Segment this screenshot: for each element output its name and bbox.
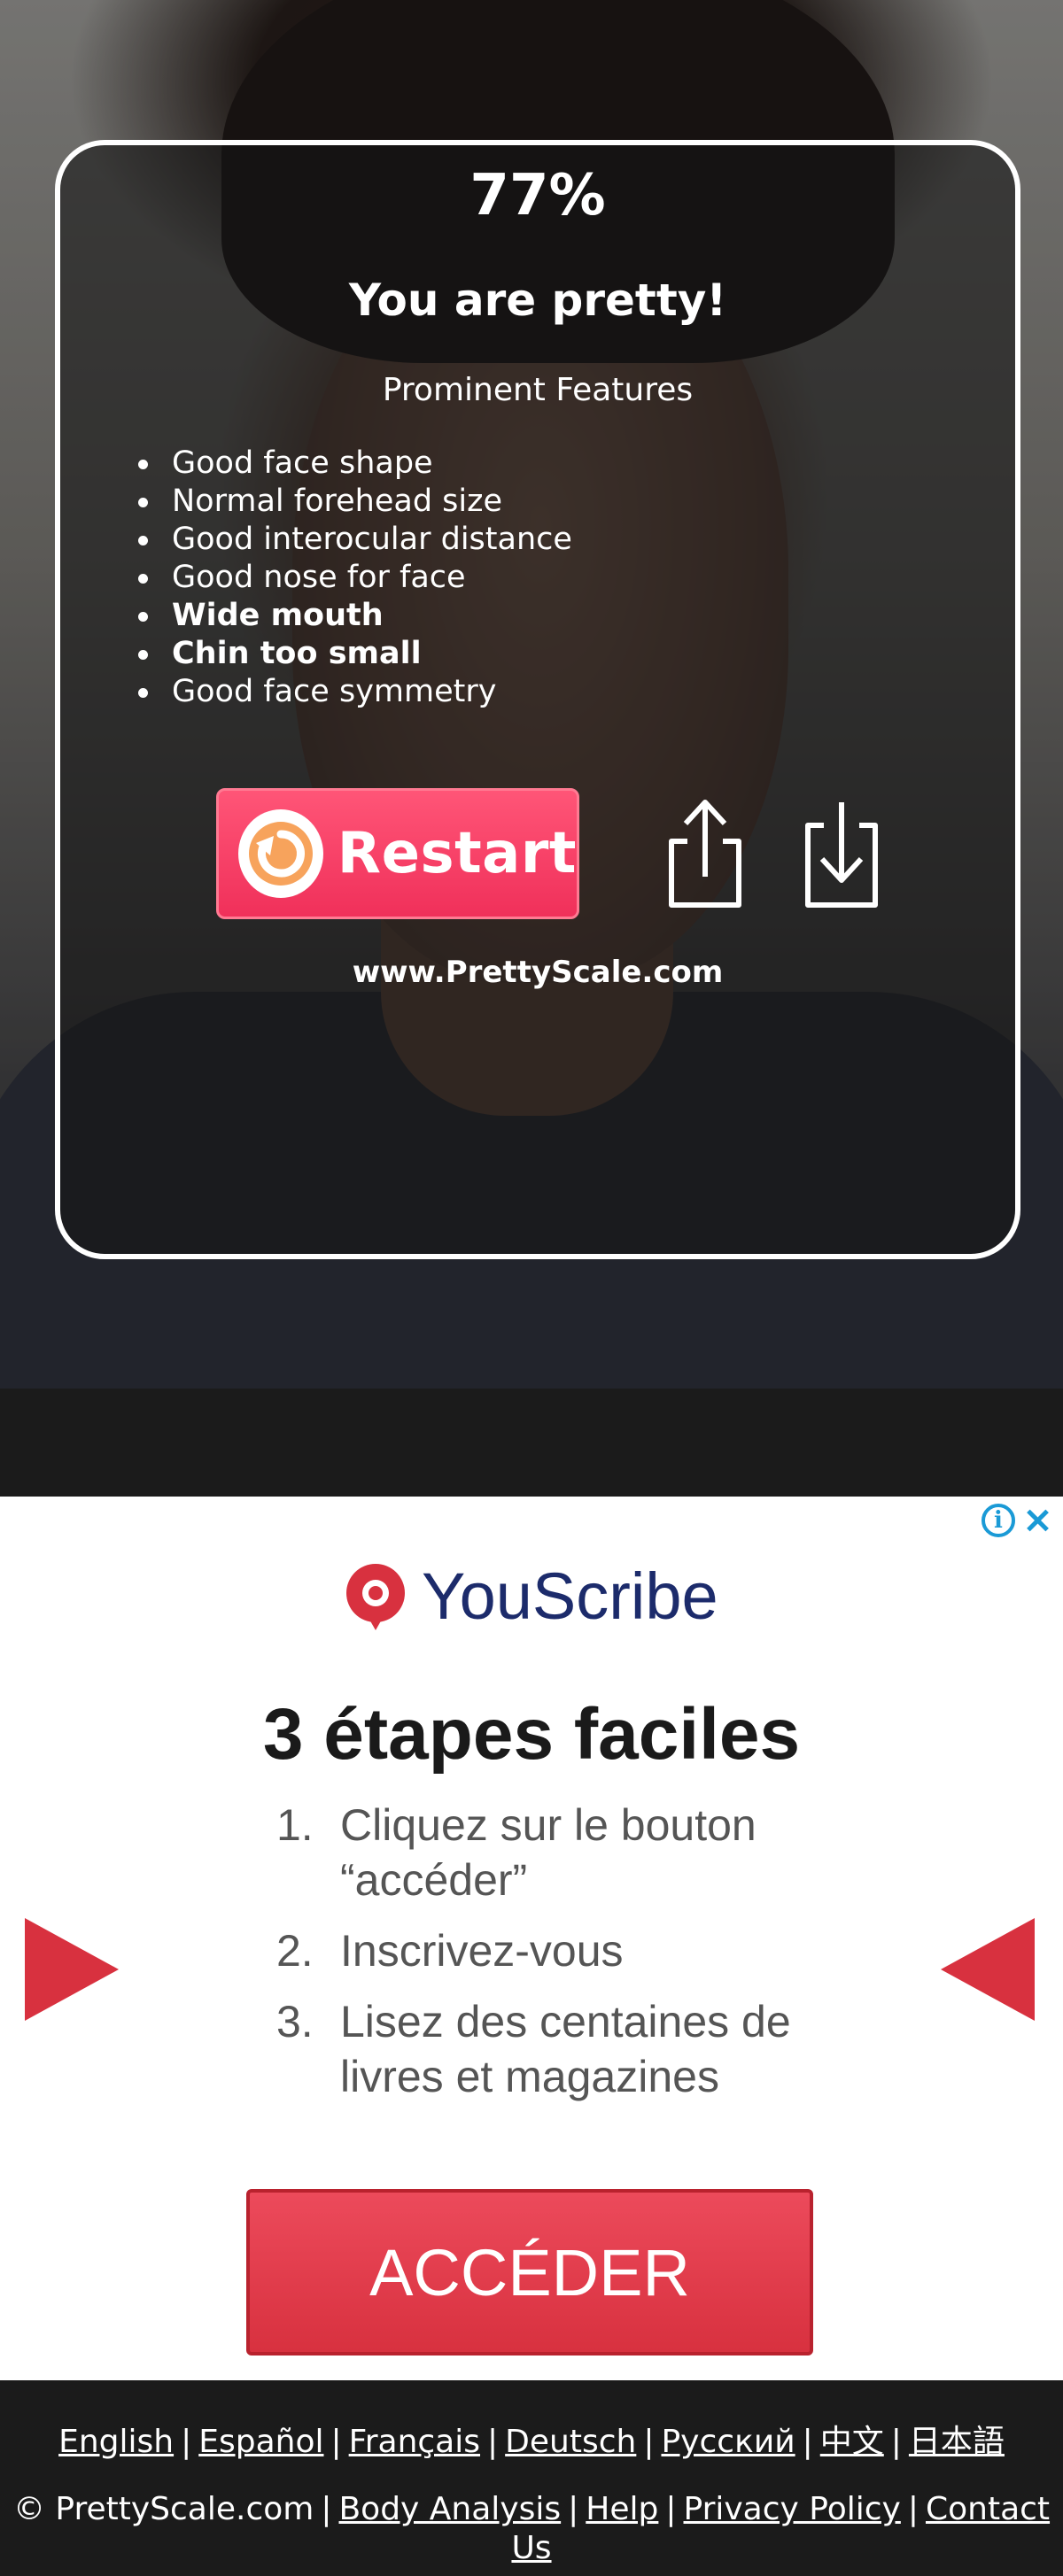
lang-link-english[interactable]: English xyxy=(58,2424,174,2460)
result-card: 77% You are pretty! Prominent Features G… xyxy=(55,140,1020,1259)
ad-cta-button[interactable]: ACCÉDER xyxy=(246,2189,813,2356)
lang-link-russian[interactable]: Русский xyxy=(661,2424,795,2460)
ad-arrow-right-pointing-icon xyxy=(25,1918,119,2021)
feature-item: Good face symmetry xyxy=(128,673,572,711)
lang-link-espanol[interactable]: Español xyxy=(198,2424,323,2460)
ad-step: 1. Cliquez sur le bouton “accéder” xyxy=(276,1798,836,1907)
restart-icon xyxy=(238,809,323,898)
share-icon xyxy=(669,800,741,908)
ad-controls: i xyxy=(982,1504,1054,1537)
share-button[interactable] xyxy=(659,790,751,917)
ad-step: 2. Inscrivez-vous xyxy=(276,1923,836,1978)
ad-steps: 1. Cliquez sur le bouton “accéder” 2. In… xyxy=(276,1798,836,2120)
ad-step-number: 2. xyxy=(276,1926,314,1976)
ad-brand: YouScribe xyxy=(342,1559,718,1634)
lang-link-francais[interactable]: Français xyxy=(349,2424,480,2460)
ad-step-text: Inscrivez-vous xyxy=(340,1926,624,1976)
feature-item: Good interocular distance xyxy=(128,521,572,559)
score-value: 77% xyxy=(469,163,606,228)
face-photo: 77% You are pretty! Prominent Features G… xyxy=(0,0,1063,1389)
lang-link-deutsch[interactable]: Deutsch xyxy=(505,2424,636,2460)
ad-close-icon[interactable] xyxy=(1020,1504,1054,1537)
advertisement[interactable]: i YouScribe 3 étapes faciles 1. Cliquez … xyxy=(0,1497,1063,2380)
copyright: © PrettyScale.com xyxy=(12,2491,314,2527)
download-button[interactable] xyxy=(795,790,888,917)
youscribe-logo-icon xyxy=(346,1563,405,1630)
feature-item: Good nose for face xyxy=(128,559,572,597)
lang-link-chinese[interactable]: 中文 xyxy=(820,2424,884,2460)
ad-step-number: 1. xyxy=(276,1800,314,1850)
privacy-policy-link[interactable]: Privacy Policy xyxy=(684,2491,901,2527)
lang-link-japanese[interactable]: 日本語 xyxy=(909,2424,1005,2460)
feature-item: Chin too small xyxy=(128,635,572,673)
ad-step-text: Cliquez sur le bouton “accéder” xyxy=(340,1800,757,1905)
ad-step: 3. Lisez des centaines de livres et maga… xyxy=(276,1994,836,2104)
ad-step-text: Lisez des centaines de livres et magazin… xyxy=(340,1997,791,2101)
verdict-text: You are pretty! xyxy=(348,275,727,326)
ad-arrow-left-pointing-icon xyxy=(941,1918,1035,2021)
footer: English | Español | Français | Deutsch | Русский… xyxy=(0,2380,1063,2576)
ad-info-icon[interactable]: i xyxy=(982,1504,1015,1537)
language-links: English | Español | Français | Deutsch | Русский… xyxy=(58,2424,1005,2460)
site-url[interactable]: www.PrettyScale.com xyxy=(60,955,1015,990)
body-analysis-link[interactable]: Body Analysis xyxy=(338,2491,561,2527)
ad-step-number: 3. xyxy=(276,1997,314,2046)
restart-button[interactable]: Restart xyxy=(216,788,579,919)
ad-headline: 3 étapes faciles xyxy=(262,1694,801,1775)
feature-item: Good face shape xyxy=(128,445,572,483)
download-icon xyxy=(805,802,878,908)
features-title: Prominent Features xyxy=(382,372,694,408)
ad-brand-name: YouScribe xyxy=(422,1559,718,1633)
help-link[interactable]: Help xyxy=(586,2491,658,2527)
features-list: Good face shape Normal forehead size Goo… xyxy=(128,445,572,711)
footer-links: © PrettyScale.com | Body Analysis | Help | Pri… xyxy=(12,2491,1051,2566)
feature-item: Wide mouth xyxy=(128,597,572,635)
feature-item: Normal forehead size xyxy=(128,483,572,521)
restart-label: Restart xyxy=(337,821,577,886)
